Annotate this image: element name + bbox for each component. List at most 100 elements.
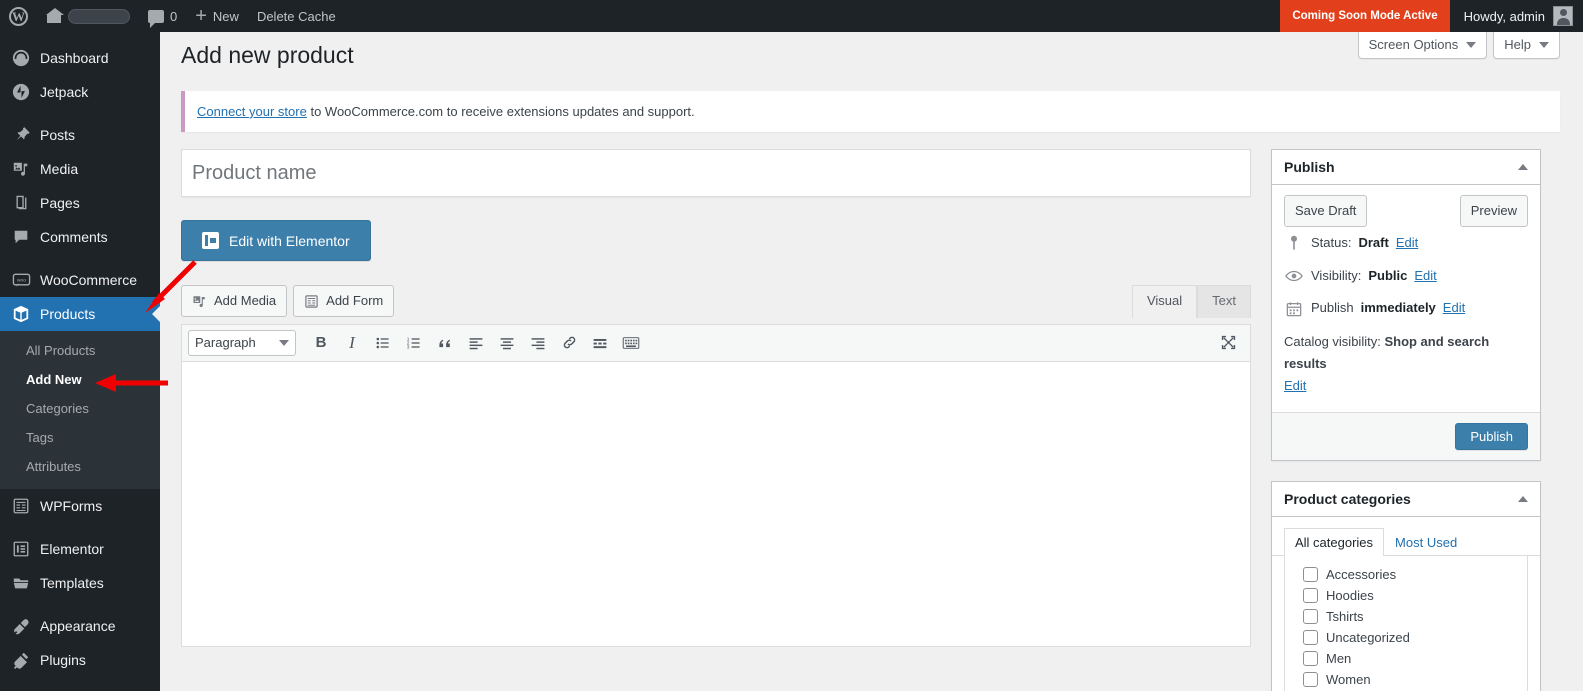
- publish-button[interactable]: Publish: [1455, 422, 1528, 450]
- category-row[interactable]: Uncategorized: [1285, 627, 1527, 648]
- fullscreen-icon[interactable]: [1214, 330, 1242, 356]
- pin-icon: [11, 125, 31, 145]
- media-buttons: Add Media Add Form: [181, 285, 1251, 317]
- category-row[interactable]: Tshirts: [1285, 606, 1527, 627]
- submenu-item-add-new[interactable]: Add New: [0, 366, 160, 395]
- comment-bubble-icon: [148, 9, 164, 28]
- help-button[interactable]: Help: [1493, 32, 1560, 59]
- submenu-item-attributes[interactable]: Attributes: [0, 453, 160, 482]
- comments-bubble-menu[interactable]: 0: [139, 0, 186, 32]
- editor-content-area[interactable]: [182, 361, 1250, 646]
- paragraph-format-select[interactable]: Paragraph: [188, 329, 296, 356]
- catalog-visibility-row: Catalog visibility: Shop and search resu…: [1284, 325, 1528, 407]
- status-label: Status:: [1311, 234, 1352, 250]
- schedule-label: Publish: [1311, 300, 1354, 316]
- coming-soon-mode-badge[interactable]: Coming Soon Mode Active: [1280, 0, 1450, 32]
- sidebar-item-wpforms[interactable]: WPForms: [0, 489, 160, 523]
- new-content-menu[interactable]: + New: [186, 0, 248, 32]
- chevron-up-icon[interactable]: [1518, 495, 1528, 502]
- link-icon[interactable]: [555, 330, 583, 356]
- preview-button[interactable]: Preview: [1459, 195, 1528, 227]
- blockquote-icon[interactable]: [431, 330, 459, 356]
- sidebar-item-comments[interactable]: Comments: [0, 220, 160, 254]
- category-label: Tshirts: [1326, 608, 1364, 624]
- align-right-icon[interactable]: [524, 330, 552, 356]
- category-checkbox[interactable]: [1303, 608, 1318, 624]
- edit-status-link[interactable]: Edit: [1396, 233, 1418, 254]
- sidebar-item-label: Comments: [40, 229, 108, 245]
- content-editor: Add Media Add Form Visual Text Paragraph…: [181, 285, 1251, 647]
- sidebar-item-products[interactable]: Products: [0, 297, 160, 331]
- screen-options-button[interactable]: Screen Options: [1357, 32, 1488, 59]
- align-center-icon[interactable]: [493, 330, 521, 356]
- post-visibility-row: Visibility: Public Edit: [1284, 260, 1528, 293]
- sidebar-item-jetpack[interactable]: Jetpack: [0, 75, 160, 109]
- sidebar-item-appearance[interactable]: Appearance: [0, 609, 160, 643]
- read-more-icon[interactable]: [586, 330, 614, 356]
- category-row[interactable]: Accessories: [1285, 564, 1527, 585]
- tab-most-used[interactable]: Most Used: [1384, 528, 1468, 556]
- templates-icon: [11, 573, 31, 593]
- category-row[interactable]: Men: [1285, 648, 1527, 669]
- publish-metabox-body: Save Draft Preview Status: Draft Edit Vi…: [1272, 185, 1540, 411]
- add-form-button[interactable]: Add Form: [293, 285, 395, 317]
- tab-text[interactable]: Text: [1197, 285, 1251, 318]
- category-checkbox[interactable]: [1303, 566, 1318, 582]
- wp-logo-menu[interactable]: W: [0, 0, 37, 32]
- comments-icon: [11, 227, 31, 247]
- numbered-list-icon[interactable]: 123: [400, 330, 428, 356]
- sidebar-item-media[interactable]: Media: [0, 152, 160, 186]
- sidebar-item-dashboard[interactable]: Dashboard: [0, 41, 160, 75]
- sidebar-item-pages[interactable]: Pages: [0, 186, 160, 220]
- site-name-menu[interactable]: [37, 0, 139, 32]
- add-media-label: Add Media: [214, 293, 277, 309]
- post-body-content: Edit with Elementor Add Media: [181, 149, 1251, 691]
- category-checkbox[interactable]: [1303, 629, 1318, 645]
- submenu-item-tags[interactable]: Tags: [0, 424, 160, 453]
- edit-catalog-visibility-link[interactable]: Edit: [1284, 378, 1306, 393]
- align-left-icon[interactable]: [462, 330, 490, 356]
- category-row[interactable]: Hoodies: [1285, 585, 1527, 606]
- tab-visual[interactable]: Visual: [1131, 285, 1198, 318]
- visibility-label: Visibility:: [1311, 267, 1362, 283]
- edit-with-elementor-button[interactable]: Edit with Elementor: [181, 220, 371, 262]
- help-label: Help: [1504, 37, 1531, 52]
- connect-your-store-link[interactable]: Connect your store: [197, 104, 307, 119]
- my-account-menu[interactable]: Howdy, admin: [1450, 0, 1583, 32]
- submenu-item-categories[interactable]: Categories: [0, 395, 160, 424]
- sidebar-item-plugins[interactable]: Plugins: [0, 643, 160, 677]
- chevron-up-icon[interactable]: [1518, 164, 1528, 171]
- italic-icon[interactable]: I: [338, 330, 366, 356]
- submenu-label: All Products: [26, 343, 96, 358]
- sidebar-item-posts[interactable]: Posts: [0, 118, 160, 152]
- products-icon: [11, 304, 31, 324]
- submenu-item-all-products[interactable]: All Products: [0, 337, 160, 366]
- admin-bar: W 0 + New Delete Cache Coming Soon Mode …: [0, 0, 1583, 32]
- bold-icon[interactable]: B: [307, 330, 335, 356]
- keyboard-shortcuts-icon[interactable]: [617, 330, 645, 356]
- sidebar-item-templates[interactable]: Templates: [0, 566, 160, 600]
- add-media-button[interactable]: Add Media: [181, 285, 288, 317]
- delete-cache-menu[interactable]: Delete Cache: [248, 0, 345, 32]
- category-checkbox[interactable]: [1303, 650, 1318, 666]
- post-body-columns: Edit with Elementor Add Media: [160, 132, 1583, 691]
- preview-label: Preview: [1470, 203, 1517, 219]
- category-row[interactable]: Women: [1285, 669, 1527, 690]
- edit-with-elementor-label: Edit with Elementor: [229, 232, 350, 249]
- bulleted-list-icon[interactable]: [369, 330, 397, 356]
- sidebar-item-label: Plugins: [40, 652, 86, 669]
- avatar: [1553, 6, 1573, 26]
- product-name-input[interactable]: [182, 150, 1250, 197]
- svg-text:woo: woo: [16, 278, 25, 283]
- edit-visibility-link[interactable]: Edit: [1414, 266, 1436, 287]
- tab-all-categories[interactable]: All categories: [1284, 527, 1385, 556]
- format-select-value: Paragraph: [195, 335, 256, 351]
- save-draft-button[interactable]: Save Draft: [1284, 195, 1368, 227]
- category-checkbox[interactable]: [1303, 587, 1318, 603]
- categories-checklist[interactable]: Accessories Hoodies Tshirts Uncategorize…: [1284, 555, 1528, 691]
- category-checkbox[interactable]: [1303, 671, 1318, 687]
- edit-schedule-link[interactable]: Edit: [1443, 298, 1465, 319]
- sidebar-item-woocommerce[interactable]: woo WooCommerce: [0, 263, 160, 297]
- post-status-icon: [1284, 235, 1304, 251]
- sidebar-item-elementor[interactable]: Elementor: [0, 532, 160, 566]
